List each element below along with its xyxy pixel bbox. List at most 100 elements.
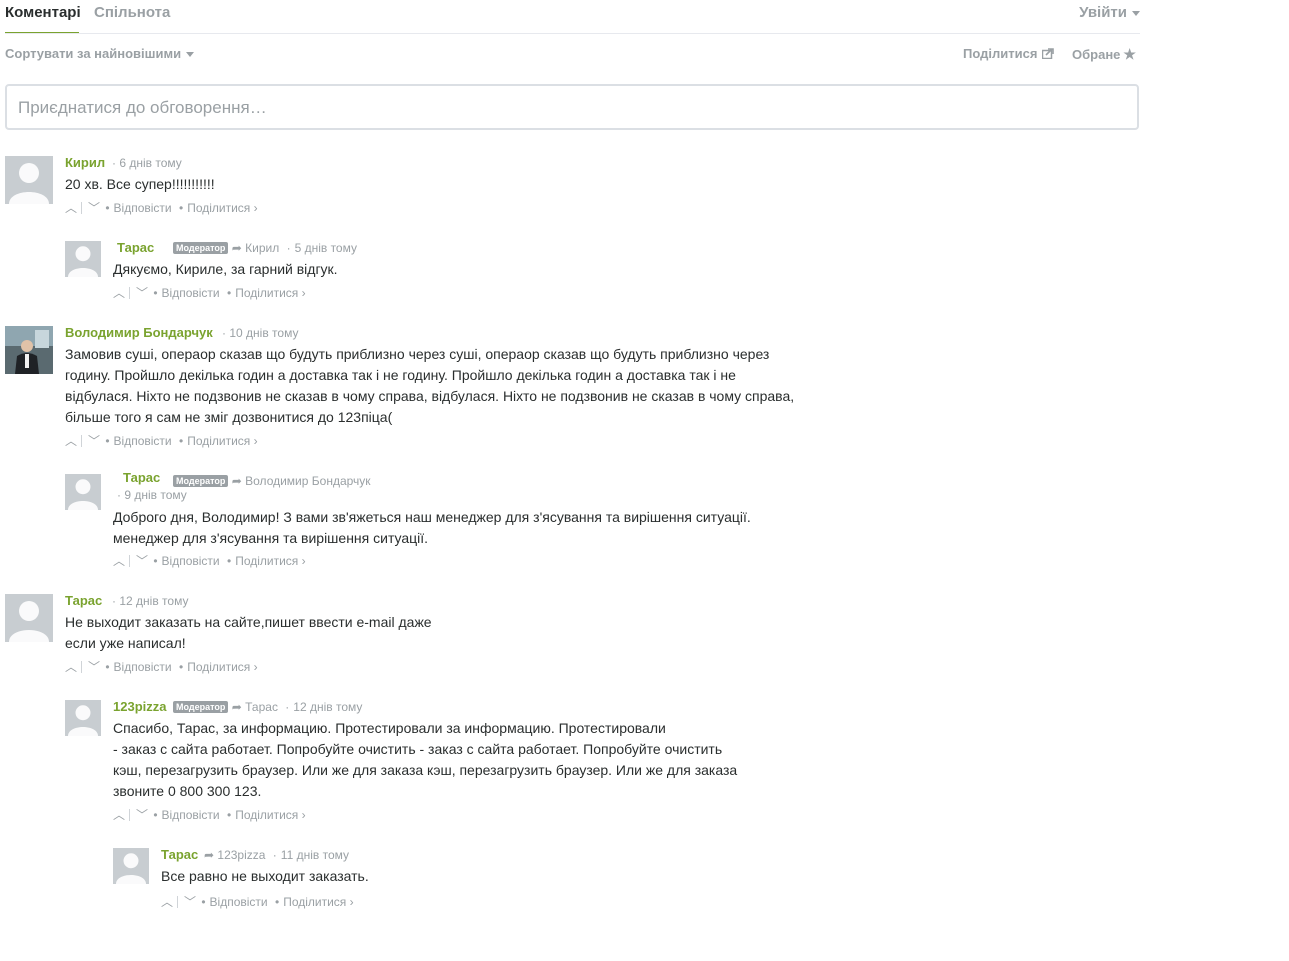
comment-author[interactable]: Тарас	[161, 847, 198, 862]
reply-link[interactable]: Відповісти	[114, 201, 172, 215]
comment-time[interactable]: 12 днів тому	[293, 700, 362, 714]
comment-actions: ︿ ﹀ • Відповісти • Поділитися ›	[65, 199, 258, 216]
reply-to-author[interactable]: Тарас	[245, 700, 278, 714]
comment-line: більше того я сам не зміг дозвонитися до…	[65, 409, 393, 425]
downvote-icon[interactable]: ﹀	[88, 432, 100, 449]
reply-arrow-icon: ➦	[231, 241, 242, 255]
comment-meta: Модератор ➦ Кирил · 5 днів тому	[173, 241, 357, 255]
comment-author[interactable]: 123pizza	[113, 699, 166, 714]
share-icon	[1042, 48, 1055, 59]
downvote-icon[interactable]: ﹀	[136, 552, 148, 569]
reply-to-author[interactable]: 123pizza	[217, 848, 265, 862]
downvote-icon[interactable]: ﹀	[88, 199, 100, 216]
comment-line: годину. Пройшло декілька годин а доставк…	[65, 367, 736, 383]
share-link[interactable]: Поділитися ›	[283, 895, 353, 909]
downvote-icon[interactable]: ﹀	[136, 284, 148, 301]
tab-community[interactable]: Спільнота	[94, 4, 170, 21]
avatar[interactable]	[5, 594, 53, 642]
comment-time[interactable]: · 6 днів тому	[112, 156, 182, 170]
comment-body: Доброго дня, Володимир! З вами зв'яжетьс…	[113, 507, 751, 549]
upvote-icon[interactable]: ︿	[161, 893, 173, 910]
comment-time[interactable]: 5 днів тому	[295, 241, 357, 255]
upvote-icon[interactable]: ︿	[65, 432, 77, 449]
sort-dropdown[interactable]: Сортувати за найновішими	[5, 46, 195, 61]
favorite-label: Обране	[1072, 47, 1121, 62]
downvote-icon[interactable]: ﹀	[88, 658, 100, 675]
time-label: 9 днів тому	[124, 488, 187, 502]
compose-box[interactable]	[5, 84, 1139, 130]
reply-link[interactable]: Відповісти	[210, 895, 268, 909]
comment-line: Спасибо, Тарас, за информацию. Протестир…	[113, 720, 666, 736]
comment-body: 20 хв. Все супер!!!!!!!!!!!	[65, 174, 215, 195]
moderator-badge: Модератор	[173, 475, 229, 487]
upvote-icon[interactable]: ︿	[113, 806, 125, 823]
comment-body: Не выходит заказать на сайте,пишет ввест…	[65, 612, 432, 654]
reply-link[interactable]: Відповісти	[162, 808, 220, 822]
comment-input[interactable]	[18, 98, 1118, 118]
upvote-icon[interactable]: ︿	[65, 199, 77, 216]
tab-comments[interactable]: Коментарі	[5, 4, 81, 21]
reply-to-author[interactable]: Володимир Бондарчук	[245, 474, 370, 488]
share-link[interactable]: Поділитися ›	[187, 660, 257, 674]
upvote-icon[interactable]: ︿	[113, 284, 125, 301]
time-label: 10 днів тому	[229, 326, 299, 340]
comment-body: Дякуємо, Кириле, за гарний відгук.	[113, 259, 338, 280]
comment-time[interactable]: · 10 днів тому	[222, 326, 298, 340]
comment-line: менеджер для з'ясування та вирішення сит…	[113, 530, 429, 546]
comment-actions: ︿ ﹀ • Відповісти • Поділитися ›	[65, 658, 258, 675]
comment-author[interactable]: Володимир Бондарчук	[65, 325, 213, 340]
comment-time[interactable]: · 12 днів тому	[112, 594, 188, 608]
star-icon: ★	[1123, 46, 1136, 62]
share-discussion-button[interactable]: Поділитися	[963, 46, 1055, 61]
reply-arrow-icon: ➦	[231, 474, 242, 488]
avatar[interactable]	[5, 156, 53, 204]
reply-link[interactable]: Відповісти	[162, 554, 220, 568]
reply-arrow-icon: ➦	[204, 848, 215, 862]
avatar[interactable]	[65, 700, 101, 736]
comment-author[interactable]: Кирил	[65, 155, 105, 170]
avatar[interactable]	[113, 848, 149, 884]
comment-line: звоните 0 800 300 123.	[113, 783, 262, 799]
comment-line: Не выходит заказать на сайте,пишет ввест…	[65, 614, 432, 630]
comment-line: відбулася. Ніхто не подзвонив не сказав …	[65, 388, 795, 404]
comment-line: Дякуємо, Кириле, за гарний відгук.	[113, 261, 338, 277]
reply-to-author[interactable]: Кирил	[245, 241, 279, 255]
chevron-down-icon	[1132, 10, 1140, 16]
chevron-down-icon	[186, 52, 195, 58]
upvote-icon[interactable]: ︿	[113, 552, 125, 569]
comment-author[interactable]: Тарас	[117, 240, 154, 255]
reply-link[interactable]: Відповісти	[114, 660, 172, 674]
share-link[interactable]: Поділитися ›	[235, 808, 305, 822]
login-button[interactable]: Увійти	[1079, 4, 1140, 21]
comment-time[interactable]: 11 днів тому	[281, 848, 349, 862]
comment-line: 20 хв. Все супер!!!!!!!!!!!	[65, 176, 215, 192]
avatar[interactable]	[65, 474, 101, 510]
comment-actions: ︿ ﹀ • Відповісти • Поділитися ›	[65, 432, 258, 449]
downvote-icon[interactable]: ﹀	[184, 893, 196, 910]
reply-link[interactable]: Відповісти	[114, 434, 172, 448]
time-label: 6 днів тому	[119, 156, 182, 170]
comment-body: Все равно не выходит заказать.	[161, 866, 369, 887]
comment-actions: ︿ ﹀ • Відповісти • Поділитися ›	[161, 893, 354, 910]
downvote-icon[interactable]: ﹀	[136, 806, 148, 823]
time-label: 12 днів тому	[119, 594, 189, 608]
comment-author[interactable]: Тарас	[65, 593, 102, 608]
comment-line: Замовив суші, операор сказав що будуть п…	[65, 346, 770, 362]
comment-actions: ︿ ﹀ • Відповісти • Поділитися ›	[113, 806, 306, 823]
share-link[interactable]: Поділитися ›	[187, 201, 257, 215]
comment-line: кэш, перезагрузить браузер. Или же для з…	[113, 762, 738, 778]
comment-author[interactable]: Тарас	[123, 470, 160, 485]
upvote-icon[interactable]: ︿	[65, 658, 77, 675]
avatar[interactable]	[65, 241, 101, 277]
reply-link[interactable]: Відповісти	[162, 286, 220, 300]
share-link[interactable]: Поділитися ›	[187, 434, 257, 448]
comment-time[interactable]: · 9 днів тому	[117, 488, 187, 502]
share-link[interactable]: Поділитися ›	[235, 286, 305, 300]
favorite-button[interactable]: Обране ★	[1072, 46, 1136, 63]
moderator-badge: Модератор	[173, 701, 229, 713]
share-link[interactable]: Поділитися ›	[235, 554, 305, 568]
avatar-photo[interactable]	[5, 326, 53, 374]
comment-meta: ➦ 123pizza · 11 днів тому	[204, 848, 350, 862]
moderator-badge: Модератор	[173, 242, 229, 254]
share-label: Поділитися	[963, 46, 1038, 61]
